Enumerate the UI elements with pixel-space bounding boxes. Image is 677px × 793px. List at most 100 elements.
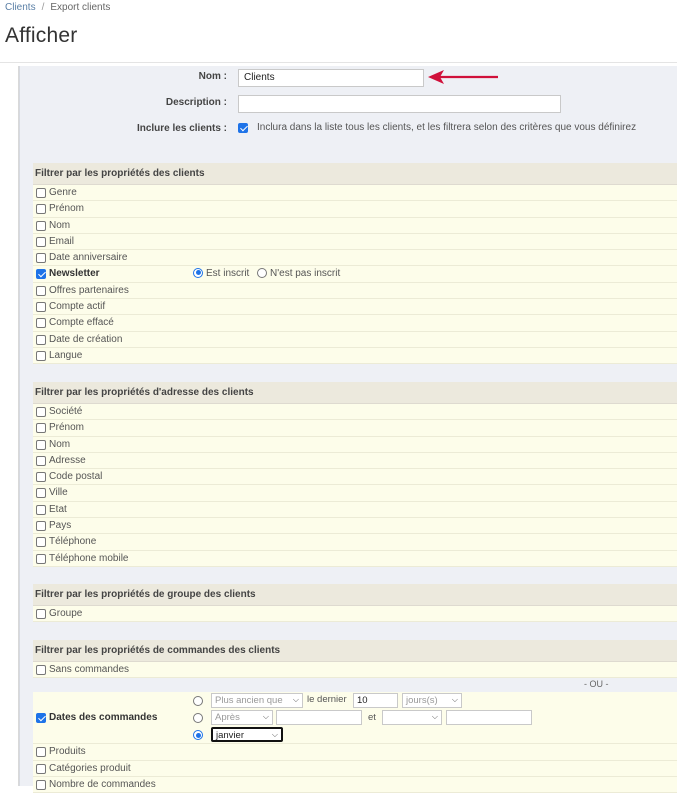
filter-row-address: Adresse: [33, 452, 677, 470]
select-value: Après: [215, 712, 240, 724]
checkbox[interactable]: [36, 407, 46, 417]
filter-label: Compte actif: [49, 301, 106, 313]
date-mode-month-radio[interactable]: [193, 730, 203, 741]
filter-label: Ville: [49, 487, 68, 499]
filter-label: Groupe: [49, 608, 83, 619]
filter-row-prenom: Prénom: [33, 201, 677, 218]
after-date-input[interactable]: [276, 710, 362, 726]
checkbox[interactable]: [36, 236, 46, 247]
days-number-input[interactable]: 10: [353, 693, 398, 709]
filter-label: Produits: [49, 746, 86, 758]
filter-label: Langue: [49, 349, 83, 361]
checkbox[interactable]: [36, 609, 46, 619]
filter-row-lastname: Nom: [33, 436, 677, 453]
group-properties-section: Filtrer par les propriétés de groupe des…: [33, 584, 677, 623]
breadcrumb-current: Export clients: [50, 2, 111, 13]
filter-row-birthday: Date anniversaire: [33, 250, 677, 267]
filter-label: Newsletter: [49, 268, 100, 280]
description-input[interactable]: [238, 95, 561, 113]
checkbox[interactable]: [36, 204, 46, 215]
filter-row-order-dates: Dates des commandes Plus ancien que ⌵ le …: [33, 692, 677, 745]
name-input[interactable]: Clients: [238, 69, 424, 87]
checkbox[interactable]: [36, 747, 46, 758]
checkbox[interactable]: [36, 350, 46, 361]
filter-label: Date de création: [49, 333, 123, 345]
filter-label: Pays: [49, 520, 72, 532]
last-label: le dernier: [307, 694, 347, 706]
older-than-select[interactable]: Plus ancien que ⌵: [211, 693, 303, 709]
filter-label: Code postal: [49, 471, 103, 483]
section-header: Filtrer par les propriétés de commandes …: [33, 640, 677, 662]
radio-button[interactable]: [193, 267, 203, 278]
checkbox[interactable]: [36, 763, 46, 774]
after-select[interactable]: Après ⌵: [211, 710, 273, 726]
option-label: Est inscrit: [206, 268, 250, 280]
checkbox[interactable]: [36, 521, 46, 532]
checkbox[interactable]: [36, 302, 46, 313]
checkbox[interactable]: [36, 188, 46, 198]
month-select[interactable]: janvier ⌵: [211, 727, 283, 743]
name-row: Nom : Clients: [20, 67, 677, 89]
checkbox[interactable]: [36, 423, 46, 434]
newsletter-subscribed-option[interactable]: Est inscrit: [193, 267, 250, 280]
checkbox[interactable]: [36, 553, 46, 564]
checkbox[interactable]: [36, 779, 46, 790]
checkbox[interactable]: [36, 488, 46, 499]
filter-row-genre: Genre: [33, 185, 677, 202]
filter-label: Dates des commandes: [49, 712, 158, 724]
checkbox[interactable]: [36, 665, 46, 675]
checkbox[interactable]: [36, 334, 46, 345]
date-mode-range-radio[interactable]: [193, 713, 203, 724]
include-clients-checkbox[interactable]: [238, 123, 248, 134]
checkbox[interactable]: [36, 220, 46, 231]
description-row: Description :: [20, 93, 677, 115]
before-select[interactable]: ⌵: [382, 710, 442, 726]
before-date-input[interactable]: [446, 710, 532, 726]
export-form-panel: Nom : Clients Description : Inclure les …: [19, 66, 677, 793]
filter-row-nom: Nom: [33, 217, 677, 234]
newsletter-checkbox[interactable]: [36, 269, 46, 280]
checkbox[interactable]: [36, 285, 46, 296]
filter-label: Etat: [49, 503, 67, 515]
checkbox[interactable]: [36, 455, 46, 466]
filter-row-city: Ville: [33, 485, 677, 502]
checkbox[interactable]: [36, 318, 46, 329]
filter-label: Téléphone: [49, 536, 97, 548]
filter-label: Prénom: [49, 422, 85, 434]
filter-row-firstname: Prénom: [33, 420, 677, 437]
or-separator-row: - OU -: [33, 678, 677, 693]
breadcrumb-separator: /: [41, 2, 45, 13]
breadcrumb: Clients / Export clients: [5, 2, 110, 13]
filter-row-order-count: Nombre de commandes: [33, 776, 677, 793]
checkbox[interactable]: [36, 537, 46, 548]
filter-label: Date anniversaire: [49, 252, 128, 264]
newsletter-unsubscribed-option[interactable]: N'est pas inscrit: [257, 267, 340, 279]
checkbox[interactable]: [36, 253, 46, 264]
filter-row-mobile: Téléphone mobile: [33, 550, 677, 567]
section-header: Filtrer par les propriétés de groupe des…: [33, 584, 677, 606]
checkbox[interactable]: [36, 439, 46, 450]
filter-label: Email: [49, 235, 75, 247]
breadcrumb-clients-link[interactable]: Clients: [5, 2, 36, 13]
chevron-down-icon: ⌵: [431, 712, 438, 722]
filter-row-country: Pays: [33, 518, 677, 535]
filter-row-postal-code: Code postal: [33, 469, 677, 486]
filter-row-group: Groupe: [33, 606, 677, 623]
page-title: Afficher: [5, 24, 78, 47]
checkbox[interactable]: [36, 472, 46, 483]
radio-button[interactable]: [257, 267, 267, 278]
header-divider: [0, 62, 677, 63]
select-value: janvier: [216, 730, 244, 742]
include-label: Inclure les clients :: [136, 123, 227, 134]
filter-label: Genre: [49, 187, 77, 198]
filter-label: Nom: [49, 438, 71, 450]
period-unit-select[interactable]: jours(s) ⌵: [402, 693, 462, 709]
filter-label: Téléphone mobile: [49, 552, 129, 564]
filter-label: Prénom: [49, 203, 85, 215]
date-mode-relative-radio[interactable]: [193, 696, 203, 707]
order-dates-checkbox[interactable]: [36, 713, 46, 724]
checkbox[interactable]: [36, 504, 46, 515]
filter-label: Catégories produit: [49, 762, 131, 774]
filter-label: Société: [49, 406, 83, 417]
and-label: et: [368, 712, 376, 724]
